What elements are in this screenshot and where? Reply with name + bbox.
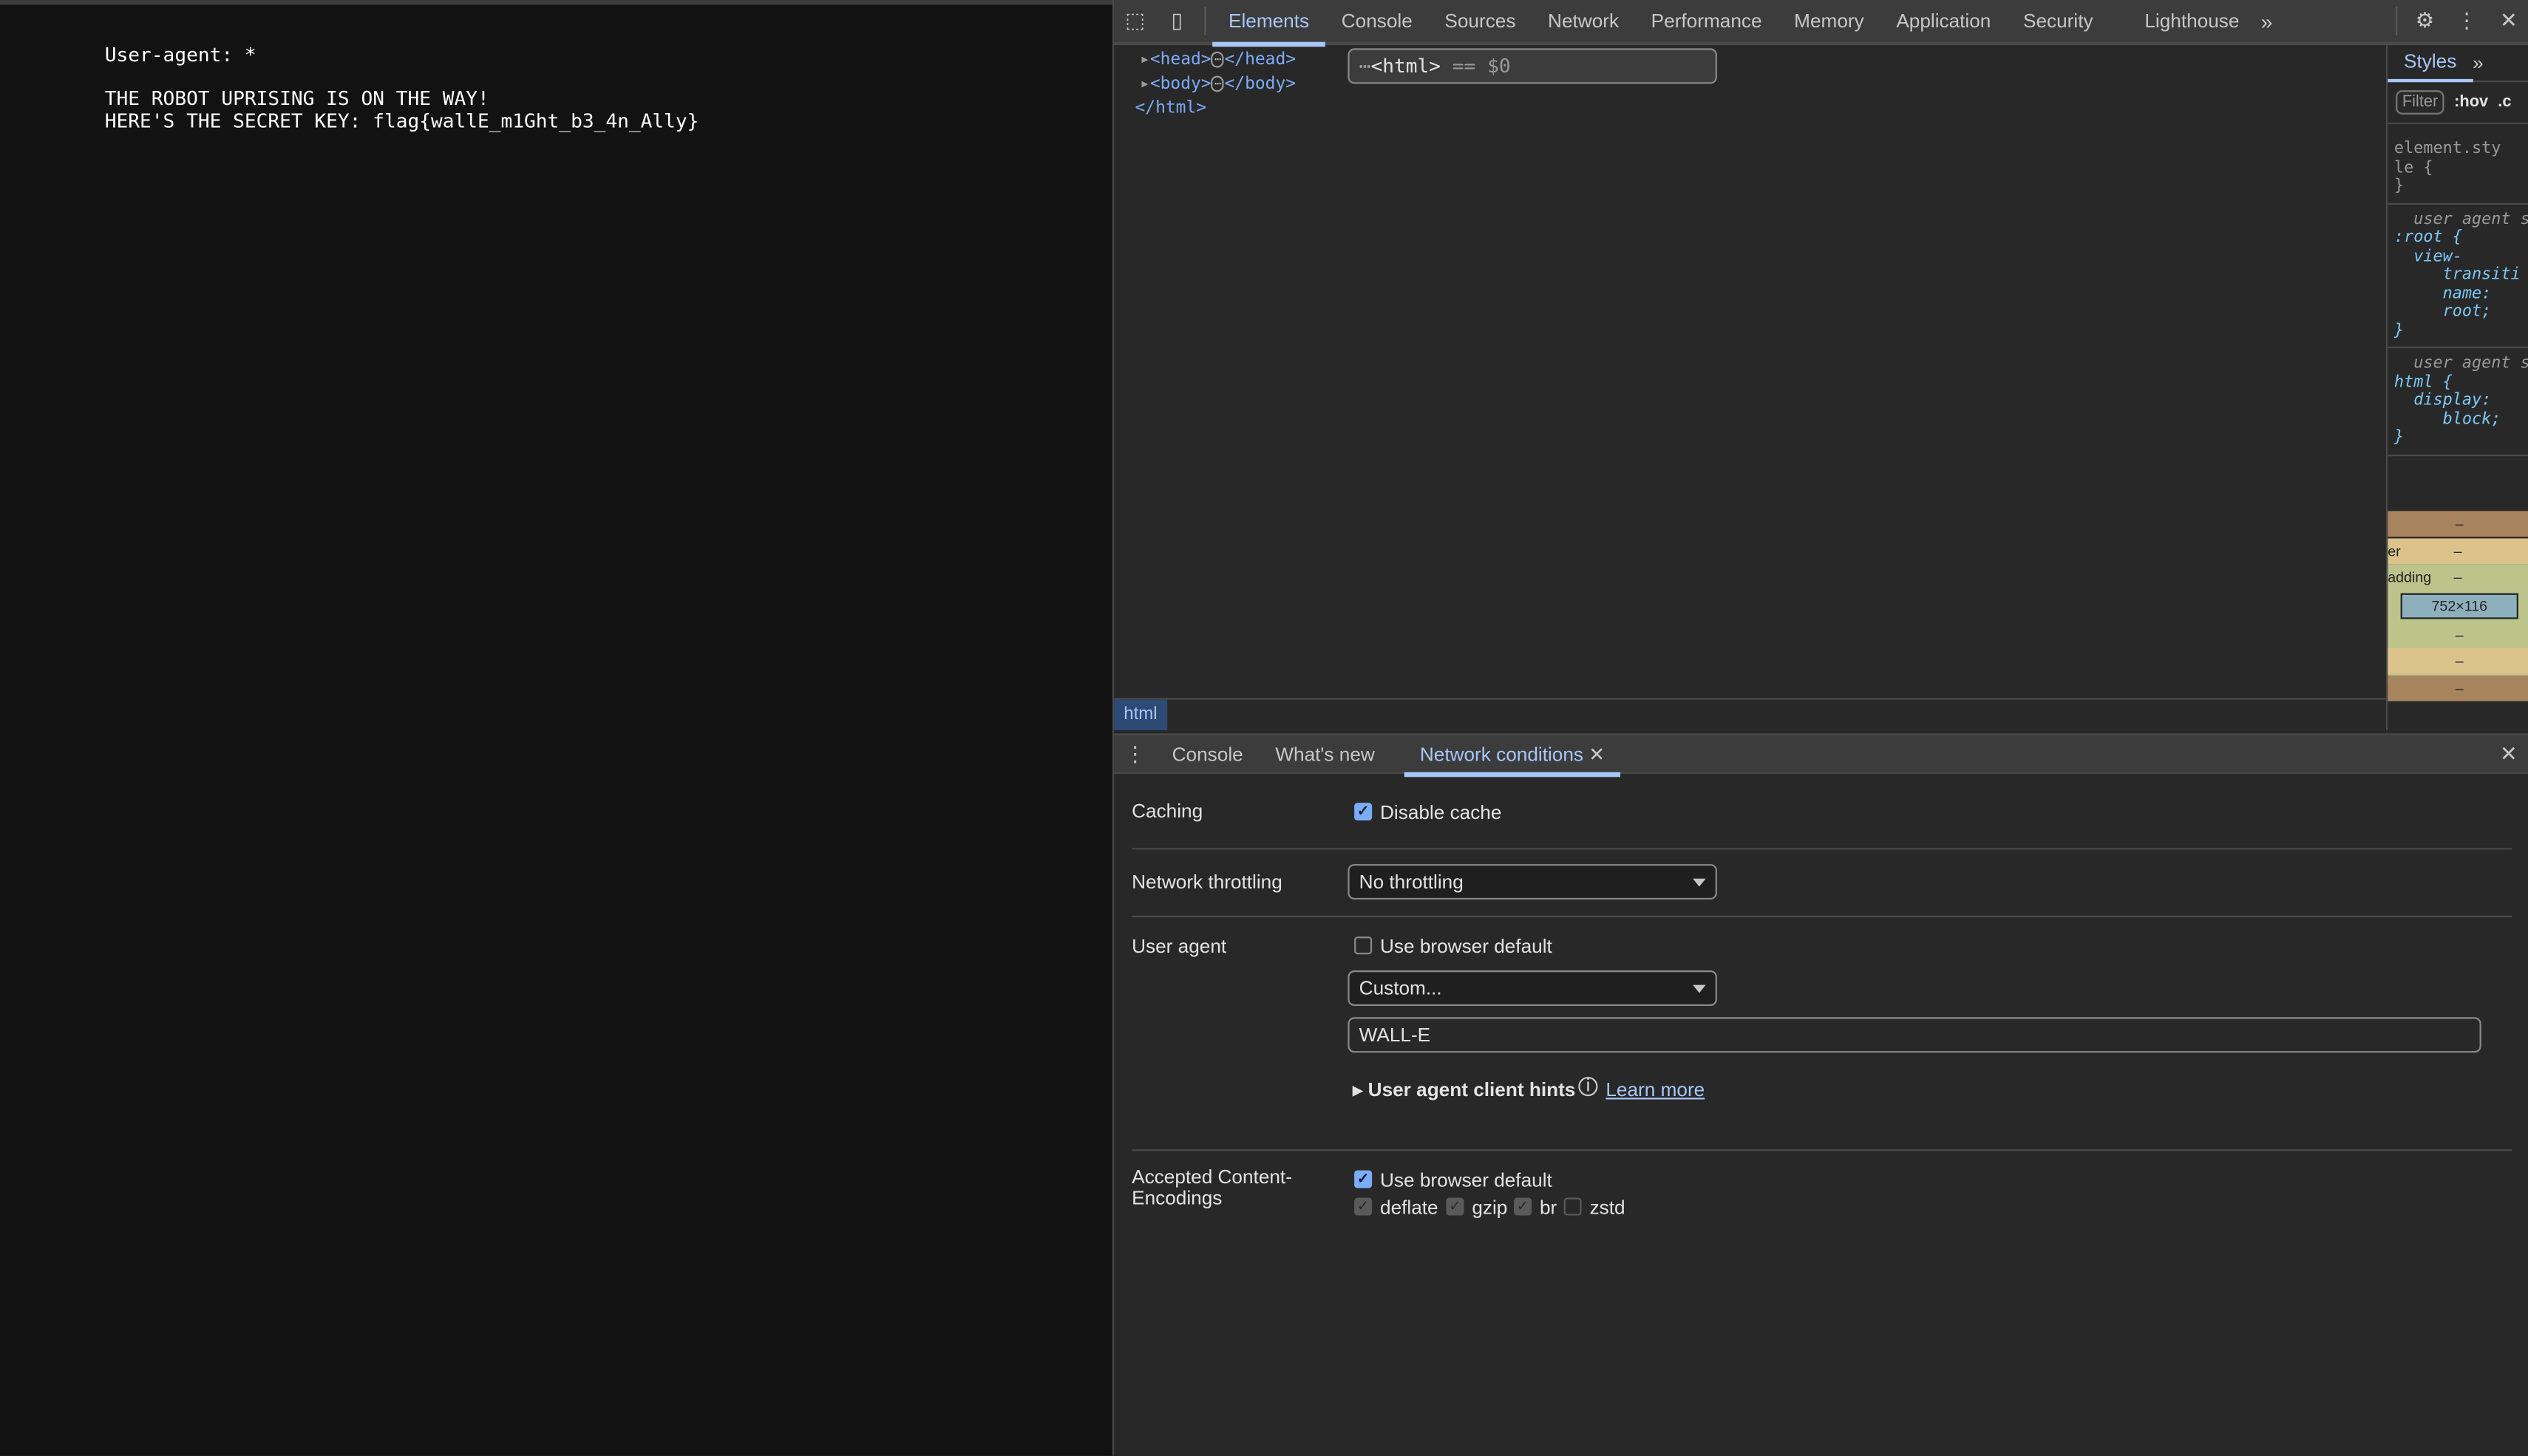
rule-html: user agent s html { display: block; } (2388, 348, 2528, 456)
breadcrumb: html (1114, 698, 2387, 731)
more-tabs-icon[interactable]: » (2246, 0, 2288, 44)
close-drawer-icon[interactable]: ✕ (2487, 734, 2528, 772)
tab-elements[interactable]: Elements (1212, 0, 1326, 47)
chevron-down-icon (1693, 878, 1706, 887)
tab-styles[interactable]: Styles (2388, 45, 2473, 82)
network-conditions-panel: Caching ✓ Disable cache Network throttli… (1114, 774, 2528, 1456)
throttling-select[interactable]: No throttling (1348, 864, 1717, 900)
tab-sources[interactable]: Sources (1429, 0, 1532, 44)
throttling-label: Network throttling (1132, 870, 1282, 894)
ua-preset-select[interactable]: Custom... (1348, 970, 1717, 1007)
triangle-right-icon: ▶ (1352, 1083, 1363, 1098)
ellipsis-icon[interactable]: ⋯ (1211, 51, 1225, 68)
cls-button[interactable]: .c (2498, 94, 2511, 112)
chevron-down-icon (1693, 984, 1706, 993)
margin-value: – (2388, 511, 2528, 537)
margin-value-bottom: – (2388, 675, 2528, 701)
line-robot-uprising: THE ROBOT UPRISING IS ON THE WAY! (104, 87, 489, 110)
tab-performance[interactable]: Performance (1635, 0, 1778, 44)
zstd-label: zstd (1589, 1196, 1625, 1219)
drawer-tab-whats-new[interactable]: What's new (1260, 734, 1391, 772)
tab-network[interactable]: Network (1532, 0, 1635, 44)
divider (1204, 6, 1206, 35)
ua-browser-default-checkbox[interactable] (1354, 936, 1373, 955)
caching-label: Caching (1132, 799, 1203, 823)
dom-node-head[interactable]: ▸<head> ⋯ </head> (1114, 48, 2386, 72)
br-checkbox[interactable]: ✓ (1514, 1197, 1532, 1216)
devtools-toolbar: ⬚ ▯ Elements Console Sources Network Per… (1114, 0, 2528, 47)
content-size: 752×116 (2400, 593, 2518, 619)
deflate-checkbox[interactable]: ✓ (1354, 1197, 1373, 1216)
more-tabs-icon[interactable]: » (2473, 52, 2484, 75)
rule-root: user agent s :root { view- transiti name… (2388, 204, 2528, 349)
enc-browser-default-label[interactable]: Use browser default (1380, 1168, 1552, 1191)
tab-security[interactable]: Security (2007, 0, 2109, 44)
gzip-checkbox[interactable]: ✓ (1446, 1197, 1464, 1216)
divider (1132, 1149, 2512, 1151)
br-label: br (1539, 1196, 1557, 1219)
gear-icon[interactable]: ⚙ (2404, 0, 2446, 44)
drawer-tabbar: ⋮ Console What's new Network conditions … (1114, 733, 2528, 777)
breadcrumb-html[interactable]: html (1114, 699, 1167, 731)
styles-pane: Styles» Filter :hov .c element.sty le { … (2386, 45, 2528, 731)
encodings-label: Accepted Content- Encodings (1132, 1165, 1292, 1209)
devtools-panel: ⬚ ▯ Elements Console Sources Network Per… (1112, 0, 2528, 1456)
tab-memory[interactable]: Memory (1778, 0, 1880, 44)
tab-lighthouse[interactable]: Lighthouse (2129, 0, 2246, 44)
zstd-checkbox[interactable] (1563, 1197, 1582, 1216)
client-hints-toggle[interactable]: ▶ User agent client hints (1353, 1078, 1575, 1101)
divider (1132, 848, 2512, 850)
gzip-label: gzip (1472, 1196, 1508, 1219)
kebab-menu-icon[interactable]: ⋮ (2446, 0, 2488, 44)
device-toolbar-icon[interactable]: ▯ (1156, 0, 1198, 44)
info-icon[interactable]: i (1578, 1076, 1598, 1097)
learn-more-link[interactable]: Learn more (1606, 1078, 1705, 1101)
web-page: User-agent: * THE ROBOT UPRISING IS ON T… (0, 0, 1112, 1456)
dom-node-body[interactable]: ▸<body> ⋯ </body> (1114, 72, 2386, 97)
disable-cache-label[interactable]: Disable cache (1380, 801, 1501, 824)
close-tab-icon[interactable]: ✕ (1589, 742, 1605, 765)
drawer-tab-network-conditions[interactable]: Network conditions ✕ (1404, 734, 1621, 777)
inspect-element-icon[interactable]: ⬚ (1114, 0, 1156, 44)
user-agent-label: User agent (1132, 935, 1227, 958)
dom-node-html[interactable]: ⋯<html> == $0 (1348, 48, 1717, 84)
dom-tree: ⋯<html> == $0 ▸<head> ⋯ </head> ▸<body> ⋯ </… (1114, 48, 2386, 698)
line-user-agent: User-agent: * (104, 43, 256, 67)
line-secret-key: HERE'S THE SECRET KEY: flag{wallE_m1Ght_… (104, 109, 699, 132)
disable-cache-checkbox[interactable]: ✓ (1354, 803, 1373, 821)
divider (2396, 6, 2398, 35)
user-agent-input[interactable]: WALL-E (1348, 1017, 2481, 1053)
drawer-menu-icon[interactable]: ⋮ (1114, 734, 1156, 772)
hov-button[interactable]: :hov (2454, 94, 2488, 112)
dom-node-html-close: </html> (1135, 98, 1207, 118)
rule-element-style: element.sty le { } (2388, 124, 2528, 204)
ellipsis-icon[interactable]: ⋯ (1211, 75, 1225, 92)
border-value: – (2388, 647, 2528, 674)
page-text: User-agent: * THE ROBOT UPRISING IS ON T… (104, 43, 699, 133)
border-box: er – (2388, 538, 2528, 565)
tab-console[interactable]: Console (1325, 0, 1429, 44)
drawer-tab-console[interactable]: Console (1156, 734, 1260, 772)
ua-browser-default-label[interactable]: Use browser default (1380, 935, 1552, 958)
tab-application[interactable]: Application (1880, 0, 2008, 44)
close-icon[interactable]: ✕ (2487, 0, 2528, 44)
enc-browser-default-checkbox[interactable]: ✓ (1354, 1170, 1373, 1188)
divider (1132, 915, 2512, 918)
filter-input[interactable]: Filter (2396, 90, 2445, 115)
deflate-label: deflate (1380, 1196, 1438, 1219)
